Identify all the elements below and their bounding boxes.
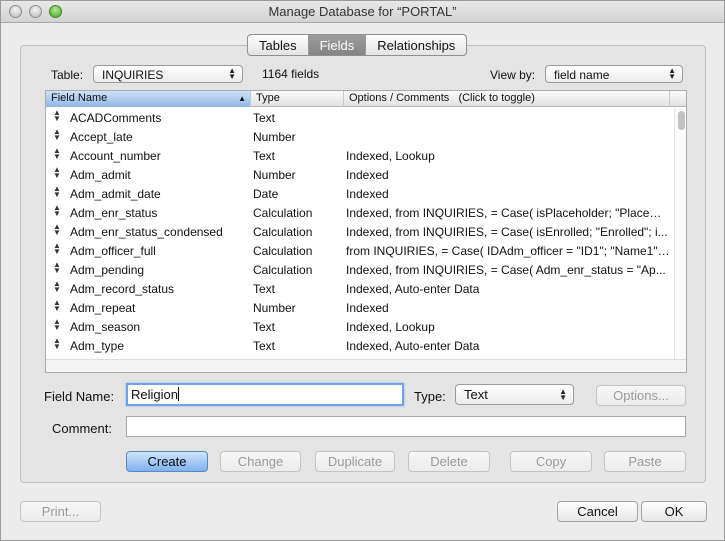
updown-arrows-icon: ▲ ▼ [668,66,676,81]
reorder-handle-icon[interactable]: ▲ ▼ [53,128,61,142]
manage-database-window: Manage Database for “PORTAL” Tables Fiel… [0,0,725,541]
reorder-handle-icon[interactable]: ▲ ▼ [53,147,61,161]
table-row[interactable]: ▲ ▼ Adm_admit_date Date Indexed [46,184,674,203]
reorder-handle-icon[interactable]: ▲ ▼ [53,280,61,294]
vertical-scrollbar[interactable] [674,108,686,360]
tab-tables[interactable]: Tables [248,35,309,55]
scrollbar-thumb[interactable] [678,111,685,130]
column-header-options[interactable]: Options / Comments (Click to toggle) [344,91,670,107]
text-caret [177,387,179,401]
table-row[interactable]: ▲ ▼ Account_number Text Indexed, Lookup [46,146,674,165]
reorder-handle-icon[interactable]: ▲ ▼ [53,261,61,275]
table-row[interactable]: ▲ ▼ Adm_pending Calculation Indexed, from IN… [46,260,674,279]
reorder-handle-icon[interactable]: ▲ ▼ [53,223,61,237]
tab-relationships[interactable]: Relationships [366,35,466,55]
delete-button[interactable]: Delete [408,451,490,472]
cancel-button[interactable]: Cancel [557,501,638,522]
table-row[interactable]: ▲ ▼ Adm_officer_full Calculation from INQUIR… [46,241,674,260]
comment-input[interactable] [126,416,686,437]
field-name-input[interactable]: Religion [126,383,404,406]
table-row[interactable]: ▲ ▼ Adm_admit Number Indexed [46,165,674,184]
sort-ascending-icon: ▲ [238,94,246,103]
table-row[interactable]: ▲ ▼ Adm_season Text Indexed, Lookup [46,317,674,336]
change-button[interactable]: Change [220,451,301,472]
reorder-handle-icon[interactable]: ▲ ▼ [53,166,61,180]
ok-button[interactable]: OK [641,501,707,522]
table-row[interactable]: ▲ ▼ Accept_late Number [46,127,674,146]
table-row[interactable]: ▲ ▼ Adm_repeat Number Indexed [46,298,674,317]
view-by-select[interactable]: field name ▲ ▼ [545,65,683,83]
field-name-label: Field Name: [44,389,115,404]
print-button[interactable]: Print... [20,501,101,522]
table-header: Field Name ▲ Type Options / Comments (Cl… [46,91,686,107]
reorder-handle-icon[interactable]: ▲ ▼ [53,299,61,313]
view-by-label: View by: [490,68,536,82]
table-row[interactable]: ▲ ▼ Adm_record_status Text Indexed, Auto-ent… [46,279,674,298]
field-count: 1164 fields [262,67,320,81]
title-bar: Manage Database for “PORTAL” [1,1,724,23]
reorder-handle-icon[interactable]: ▲ ▼ [53,185,61,199]
reorder-handle-icon[interactable]: ▲ ▼ [53,204,61,218]
reorder-handle-icon[interactable]: ▲ ▼ [53,337,61,351]
field-type-label: Type: [414,389,446,404]
table-row[interactable]: ▲ ▼ Adm_enr_status_condensed Calculation Ind… [46,222,674,241]
field-type-select[interactable]: Text ▲ ▼ [455,384,574,405]
paste-button[interactable]: Paste [604,451,686,472]
reorder-handle-icon[interactable]: ▲ ▼ [53,242,61,256]
updown-arrows-icon: ▲ ▼ [228,66,236,81]
tab-bar: Tables Fields Relationships [247,34,468,56]
create-button[interactable]: Create [126,451,208,472]
table-row[interactable]: ▲ ▼ Adm_type Text Indexed, Auto-enter Data [46,336,674,355]
fields-table: Field Name ▲ Type Options / Comments (Cl… [45,90,687,373]
column-header-field-name[interactable]: Field Name ▲ [46,91,251,107]
table-select-value: INQUIRIES [102,68,164,82]
table-select-label: Table: [51,68,84,82]
table-row[interactable]: ▲ ▼ Adm_enr_status Calculation Indexed, from… [46,203,674,222]
table-rows: ▲ ▼ ACADComments Text ▲ ▼ Accept_late Number ▲… [46,108,674,355]
comment-label: Comment: [52,421,112,436]
duplicate-button[interactable]: Duplicate [315,451,395,472]
updown-arrows-icon: ▲ ▼ [559,387,567,402]
window-title: Manage Database for “PORTAL” [268,4,457,19]
table-select[interactable]: INQUIRIES ▲ ▼ [93,65,243,83]
options-button[interactable]: Options... [596,385,686,406]
table-row[interactable]: ▲ ▼ ACADComments Text [46,108,674,127]
view-by-value: field name [554,68,610,82]
horizontal-scrollbar[interactable] [46,359,686,372]
tab-fields[interactable]: Fields [308,35,367,55]
reorder-handle-icon[interactable]: ▲ ▼ [53,109,61,123]
reorder-handle-icon[interactable]: ▲ ▼ [53,318,61,332]
copy-button[interactable]: Copy [510,451,592,472]
column-header-type[interactable]: Type [251,91,344,107]
field-type-value: Text [464,387,488,402]
